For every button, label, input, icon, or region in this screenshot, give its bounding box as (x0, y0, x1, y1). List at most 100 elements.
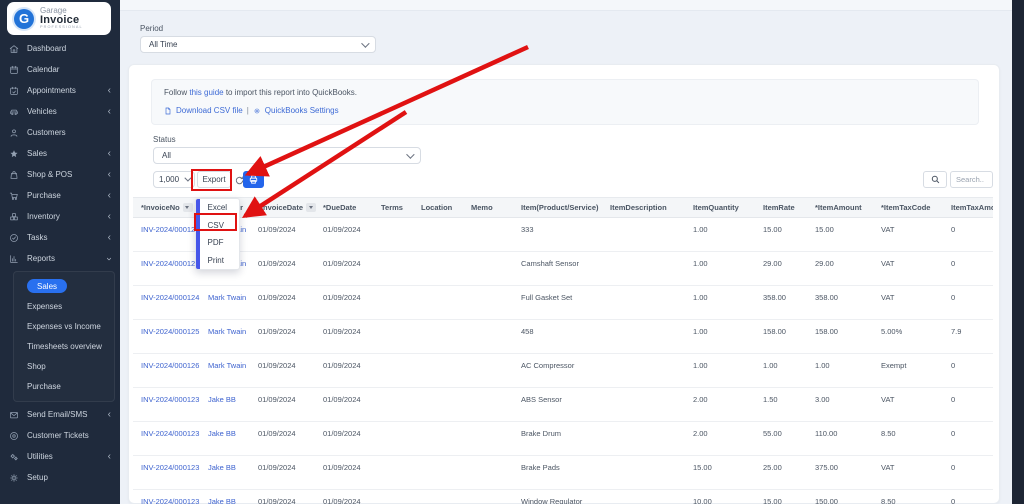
invoice-link[interactable]: INV-2024/000123 (141, 429, 199, 438)
cell-itemtaxcode: VAT (881, 217, 951, 252)
invoice-link[interactable]: INV-2024/000125 (141, 327, 199, 336)
sidebar-item-calendar[interactable]: Calendar (0, 59, 120, 80)
sidebar-item-label: Setup (27, 473, 48, 482)
column-header-invoicedate[interactable]: *InvoiceDate (258, 197, 323, 218)
invoice-link[interactable]: INV-2024/000126 (141, 361, 199, 370)
sidebar-item-appointments[interactable]: Appointments ‹ (0, 80, 120, 101)
cell-location (421, 353, 471, 388)
cell-invoicedate: 01/09/2024 (258, 319, 323, 354)
column-header-item-product-service[interactable]: Item(Product/Service) (521, 197, 610, 218)
column-header-itemdescription[interactable]: ItemDescription (610, 197, 693, 218)
chevron-left-icon: ‹ (107, 84, 111, 96)
customer-link[interactable]: Jake BB (208, 395, 236, 404)
export-button[interactable]: Export (197, 171, 231, 188)
invoice-link[interactable]: INV-2024/000123 (141, 395, 199, 404)
cell-itemquantity: 15.00 (693, 455, 763, 490)
sidebar-item-reports[interactable]: Reports ‹ (0, 248, 120, 269)
sidebar-item-vehicles[interactable]: Vehicles ‹ (0, 101, 120, 122)
user-icon (9, 128, 19, 138)
column-header-location[interactable]: Location (421, 197, 471, 218)
cell-itemdescription (610, 455, 693, 490)
submenu-item-expenses[interactable]: Expenses (14, 296, 114, 316)
cell-duedate: 01/09/2024 (323, 319, 381, 354)
cell-itemtaxcode: 8.50 (881, 489, 951, 504)
export-menu-item-excel[interactable]: Excel (200, 199, 240, 217)
sort-chevron-icon[interactable] (306, 203, 317, 213)
customer-link[interactable]: Mark Twain (208, 361, 246, 370)
sidebar-item-shop-pos[interactable]: Shop & POS ‹ (0, 164, 120, 185)
customer-link[interactable]: Mark Twain (208, 327, 246, 336)
customer-link[interactable]: Jake BB (208, 463, 236, 472)
sort-chevron-icon[interactable] (182, 203, 193, 213)
column-header-itemtaxamount[interactable]: ItemTaxAmount (951, 197, 993, 218)
column-header-terms[interactable]: Terms (381, 197, 421, 218)
sidebar-item-send-email-sms[interactable]: Send Email/SMS ‹ (0, 404, 120, 425)
invoice-link[interactable]: INV-2024/000124 (141, 259, 199, 268)
quickbooks-settings-link[interactable]: QuickBooks Settings (265, 106, 339, 115)
download-csv-link[interactable]: Download CSV file (176, 106, 243, 115)
sidebar-item-purchase[interactable]: Purchase ‹ (0, 185, 120, 206)
cell-itemtaxamount: 0 (951, 387, 993, 422)
status-select[interactable]: All (153, 147, 421, 164)
page-size-select[interactable]: 1,000 (153, 171, 195, 188)
export-menu-item-pdf[interactable]: PDF (200, 234, 240, 252)
brand-logo[interactable]: G Garage Invoice PROFESSIONAL (7, 2, 111, 35)
invoice-link[interactable]: INV-2024/000124 (141, 225, 199, 234)
submenu-item-expenses-vs-income[interactable]: Expenses vs Income (14, 316, 114, 336)
page-scrollbar[interactable] (1012, 0, 1024, 504)
submenu-item-timesheets-overview[interactable]: Timesheets overview (14, 336, 114, 356)
table-row: INV-2024/000124Mark Twain01/09/202401/09… (133, 285, 993, 320)
sidebar-nav: Dashboard Calendar Appointments ‹ Vehicles ‹ C… (0, 38, 120, 488)
invoice-link[interactable]: INV-2024/000124 (141, 293, 199, 302)
export-menu-item-csv[interactable]: CSV (200, 217, 240, 235)
sidebar-item-tasks[interactable]: Tasks ‹ (0, 227, 120, 248)
chevron-down-icon: ‹ (103, 256, 115, 261)
sidebar-item-inventory[interactable]: Inventory ‹ (0, 206, 120, 227)
sidebar-item-utilities[interactable]: Utilities ‹ (0, 446, 120, 467)
this-guide-link[interactable]: this guide (189, 88, 223, 97)
cell-duedate: 01/09/2024 (323, 353, 381, 388)
customer-link[interactable]: Mark Twain (208, 293, 246, 302)
submenu-item-shop[interactable]: Shop (14, 356, 114, 376)
table-row: INV-2024/000124Mark Twain01/09/202401/09… (133, 217, 993, 252)
invoice-link[interactable]: INV-2024/000123 (141, 463, 199, 472)
cell-itemdescription (610, 387, 693, 422)
column-header-itemquantity[interactable]: ItemQuantity (693, 197, 763, 218)
sidebar-item-label: Inventory (27, 212, 60, 221)
column-header-itemamount[interactable]: *ItemAmount (815, 197, 881, 218)
submenu-item-purchase[interactable]: Purchase (14, 376, 114, 396)
cell-duedate: 01/09/2024 (323, 421, 381, 456)
export-menu-item-print[interactable]: Print (200, 252, 240, 270)
sidebar-item-sales[interactable]: Sales ‹ (0, 143, 120, 164)
sidebar-item-setup[interactable]: Setup (0, 467, 120, 488)
sidebar-item-dashboard[interactable]: Dashboard (0, 38, 120, 59)
invoice-link[interactable]: INV-2024/000123 (141, 497, 199, 504)
customer-cell: Mark Twain (208, 319, 258, 354)
sidebar-item-customers[interactable]: Customers (0, 122, 120, 143)
cell-location (421, 387, 471, 422)
star-icon (9, 149, 19, 159)
period-select[interactable]: All Time (140, 36, 376, 53)
submenu-item-sales[interactable]: Sales (14, 276, 114, 296)
cell-invoicedate: 01/09/2024 (258, 455, 323, 490)
cell-itemamount: 15.00 (815, 217, 881, 252)
column-header-memo[interactable]: Memo (471, 197, 521, 218)
status-label: Status (153, 135, 176, 144)
cell-invoicedate: 01/09/2024 (258, 387, 323, 422)
print-button[interactable] (243, 171, 264, 188)
app-window: G Garage Invoice PROFESSIONAL Dashboard C… (0, 0, 1024, 504)
column-header-duedate[interactable]: *DueDate (323, 197, 381, 218)
brand-line3: PROFESSIONAL (40, 25, 83, 30)
column-header-itemtaxcode[interactable]: *ItemTaxCode (881, 197, 951, 218)
customer-link[interactable]: Jake BB (208, 429, 236, 438)
cell-itemquantity: 10.00 (693, 489, 763, 504)
search-input[interactable] (950, 171, 993, 188)
search-button[interactable] (923, 171, 947, 188)
customer-cell: Jake BB (208, 455, 258, 490)
column-header-itemrate[interactable]: ItemRate (763, 197, 815, 218)
cell-itemrate: 158.00 (763, 319, 815, 354)
sidebar-item-label: Dashboard (27, 44, 67, 53)
sidebar-item-customer-tickets[interactable]: Customer Tickets (0, 425, 120, 446)
customer-link[interactable]: Jake BB (208, 497, 236, 504)
cell-itemrate: 55.00 (763, 421, 815, 456)
